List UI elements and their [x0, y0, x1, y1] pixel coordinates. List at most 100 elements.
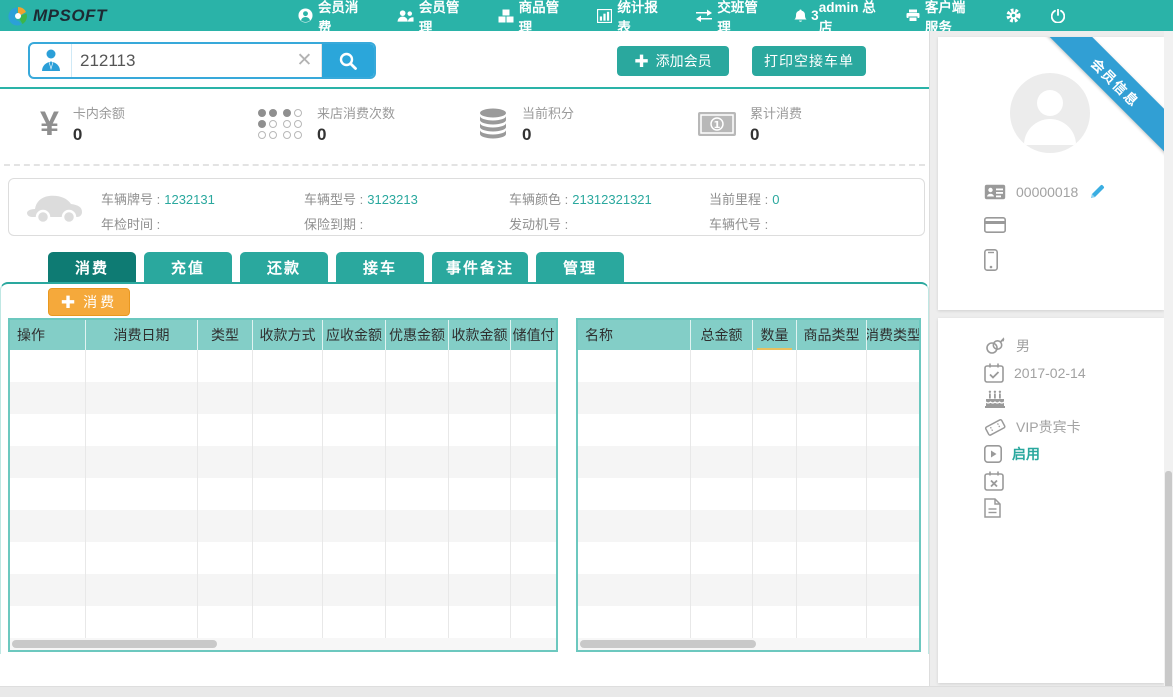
calendar-check-icon [984, 363, 1004, 383]
table-cell [691, 446, 753, 478]
clear-search-icon[interactable]: ✕ [288, 44, 322, 77]
table-cell [86, 414, 198, 446]
plus-icon: ✚ [634, 53, 648, 70]
app-logo[interactable]: MPSOFT [0, 6, 108, 26]
table-row [10, 478, 556, 510]
search-button[interactable] [322, 44, 374, 77]
notifications-button[interactable]: 3 [794, 8, 819, 23]
table-cell [198, 542, 253, 574]
table-cell [511, 606, 556, 638]
table-cell [86, 574, 198, 606]
gender-icon [984, 337, 1006, 355]
tab-consume[interactable]: 消费 [48, 252, 136, 282]
tab-manage[interactable]: 管理 [536, 252, 624, 282]
table-cell [867, 542, 919, 574]
table-cell [253, 446, 323, 478]
table-cell [578, 414, 691, 446]
table-row [10, 574, 556, 606]
table-cell [449, 542, 511, 574]
table-cell [386, 350, 449, 382]
table-cell [86, 350, 198, 382]
col-header-quantity[interactable]: 数量 [753, 320, 797, 350]
col-header-pay-method[interactable]: 收款方式 [253, 320, 323, 350]
col-header-consume-type[interactable]: 消费类型 [867, 320, 919, 350]
table-row [578, 446, 919, 478]
edit-pencil-icon[interactable] [1088, 183, 1106, 201]
table-cell [323, 446, 386, 478]
add-member-button[interactable]: ✚ 添加会员 [617, 46, 729, 76]
table-cell [797, 446, 867, 478]
table-cell [753, 510, 797, 542]
table-row [10, 414, 556, 446]
col-header-type[interactable]: 类型 [198, 320, 253, 350]
table-cell [691, 510, 753, 542]
vehicle-color: 车辆颜色 :21312321321 [509, 189, 652, 208]
tab-pickup[interactable]: 接车 [336, 252, 424, 282]
table-cell [511, 382, 556, 414]
register-date-value: 2017-02-14 [1014, 365, 1086, 381]
table-row [578, 510, 919, 542]
logo-icon [8, 6, 28, 26]
scrollbar-thumb[interactable] [1165, 471, 1172, 697]
play-square-icon [984, 445, 1002, 463]
col-header-stored-pay[interactable]: 储值付 [511, 320, 556, 350]
member-stats-row: ¥ 卡内余额 0 来店消费次数 0 当前积分 0 1 累计消费 0 [0, 95, 929, 161]
table-row [578, 574, 919, 606]
settings-gear-icon[interactable] [1006, 8, 1021, 23]
table-cell [867, 382, 919, 414]
tab-event-note[interactable]: 事件备注 [432, 252, 528, 282]
col-header-discount[interactable]: 优惠金额 [386, 320, 449, 350]
col-header-goods-type[interactable]: 商品类型 [797, 320, 867, 350]
table-row [578, 606, 919, 638]
consume-table-body [10, 350, 556, 638]
table-cell [691, 478, 753, 510]
table-cell [797, 350, 867, 382]
tab-recharge[interactable]: 充值 [144, 252, 232, 282]
goods-table-body [578, 350, 919, 638]
table-cell [511, 414, 556, 446]
table-cell [10, 478, 86, 510]
table-cell [578, 606, 691, 638]
col-header-action[interactable]: 操作 [10, 320, 86, 350]
scrollbar-thumb[interactable] [580, 640, 756, 648]
col-header-receivable[interactable]: 应收金额 [323, 320, 386, 350]
ticket-icon [984, 418, 1006, 436]
plus-icon: ✚ [61, 294, 78, 311]
table-cell [323, 478, 386, 510]
table-cell [578, 478, 691, 510]
scrollbar-thumb[interactable] [12, 640, 217, 648]
table-cell [198, 574, 253, 606]
table-cell [578, 510, 691, 542]
col-header-name[interactable]: 名称 [578, 320, 691, 350]
table-cell [10, 382, 86, 414]
expire-date-row [984, 471, 1014, 491]
brand-name: MPSOFT [33, 6, 107, 26]
table-cell [797, 542, 867, 574]
col-header-date[interactable]: 消费日期 [86, 320, 198, 350]
search-input[interactable] [72, 51, 288, 71]
table-cell [691, 350, 753, 382]
table-cell [691, 542, 753, 574]
power-icon[interactable] [1051, 9, 1065, 23]
table-cell [753, 542, 797, 574]
page-horizontal-scrollbar[interactable] [0, 686, 1173, 697]
vehicle-mileage: 当前里程 :0 [709, 189, 779, 208]
table-cell [86, 542, 198, 574]
table-cell [386, 382, 449, 414]
col-header-total-amount[interactable]: 总金额 [691, 320, 753, 350]
table-cell [253, 414, 323, 446]
vehicle-model: 车辆型号 :3123213 [304, 189, 418, 208]
member-icon [30, 44, 72, 77]
member-number-row: 00000018 [984, 183, 1106, 201]
print-blank-ticket-button[interactable]: 打印空接车单 [752, 46, 866, 76]
add-consume-button[interactable]: ✚ 消费 [48, 288, 130, 316]
tab-repay[interactable]: 还款 [240, 252, 328, 282]
table-cell [449, 414, 511, 446]
notification-count: 3 [811, 8, 819, 23]
table-cell [253, 574, 323, 606]
table-cell [449, 478, 511, 510]
table-cell [386, 414, 449, 446]
table-cell [323, 350, 386, 382]
table-cell [511, 350, 556, 382]
col-header-received[interactable]: 收款金额 [449, 320, 511, 350]
